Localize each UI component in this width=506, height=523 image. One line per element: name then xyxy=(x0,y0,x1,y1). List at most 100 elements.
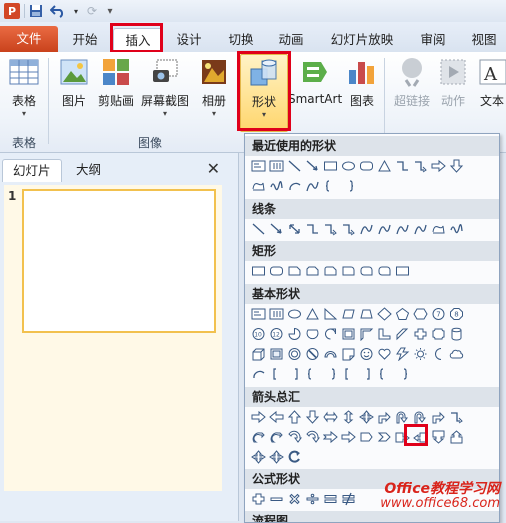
shape-curve-icon[interactable] xyxy=(357,221,375,237)
shape-brace-icon[interactable] xyxy=(375,366,393,382)
shape-chevron-icon[interactable] xyxy=(375,429,393,445)
shape-notched-icon[interactable] xyxy=(321,429,339,445)
tab-slideshow[interactable]: 幻灯片放映 xyxy=(320,28,404,52)
shape-folded-icon[interactable] xyxy=(339,346,357,362)
shape-sun-icon[interactable] xyxy=(411,346,429,362)
shape-chord-icon[interactable] xyxy=(303,326,321,342)
shape-quadarrow-icon[interactable] xyxy=(249,449,267,465)
customize-qa-icon[interactable]: ▾ xyxy=(102,3,118,19)
shape-rarrow-icon[interactable] xyxy=(429,158,447,174)
shape-teardrop-icon[interactable] xyxy=(321,326,339,342)
undo-dropdown-icon[interactable]: ▾ xyxy=(68,3,84,19)
shape-lrarrow-icon[interactable] xyxy=(321,409,339,425)
shape-cloud-icon[interactable] xyxy=(447,346,465,362)
shape-lshape-icon[interactable] xyxy=(375,326,393,342)
tab-view[interactable]: 视图 xyxy=(462,28,506,52)
shape-curvedarrow-icon[interactable] xyxy=(267,429,285,445)
shape-elbow-icon[interactable] xyxy=(393,158,411,174)
shape-parallelogram-icon[interactable] xyxy=(339,306,357,322)
shape-ucallout-icon[interactable] xyxy=(447,429,465,445)
slide-thumbnail[interactable] xyxy=(22,189,216,333)
shape-scribble-icon[interactable] xyxy=(447,221,465,237)
shape-rarrow-icon[interactable] xyxy=(339,429,357,445)
shape-elbowarrow-icon[interactable] xyxy=(339,221,357,237)
shape-scribble-icon[interactable] xyxy=(267,178,285,194)
shape-blockarc-icon[interactable] xyxy=(321,346,339,362)
shape-vtextbox-icon[interactable] xyxy=(267,158,285,174)
shape-elbow-icon[interactable] xyxy=(303,221,321,237)
chart-button[interactable]: 图表 xyxy=(346,56,378,109)
shape-pentagonR-icon[interactable] xyxy=(393,306,411,322)
tab-design[interactable]: 设计 xyxy=(166,28,212,52)
shape-snip-icon[interactable] xyxy=(285,263,303,279)
shape-smiley-icon[interactable] xyxy=(357,346,375,362)
shape-curve-icon[interactable] xyxy=(411,221,429,237)
tab-transitions[interactable]: 切换 xyxy=(218,28,264,52)
shape-larrow-icon[interactable] xyxy=(267,409,285,425)
tab-animations[interactable]: 动画 xyxy=(268,28,314,52)
tab-outline[interactable]: 大纲 xyxy=(66,159,111,181)
shape-diagstripe-icon[interactable] xyxy=(393,326,411,342)
shape-heart-icon[interactable] xyxy=(375,346,393,362)
shape-rect-icon[interactable] xyxy=(321,158,339,174)
shape-round2-icon[interactable] xyxy=(357,263,375,279)
shape-rect-icon[interactable] xyxy=(249,263,267,279)
shape-bracket-icon[interactable] xyxy=(339,366,357,382)
shape-cdarrow-icon[interactable] xyxy=(285,429,303,445)
shape-halfframe-icon[interactable] xyxy=(357,326,375,342)
text-button[interactable]: A 文本 xyxy=(478,56,506,109)
shape-quadarrow-icon[interactable] xyxy=(357,409,375,425)
shape-trapezoid-icon[interactable] xyxy=(357,306,375,322)
shape-ellipse-icon[interactable] xyxy=(285,306,303,322)
shape-textbox-icon[interactable] xyxy=(249,158,267,174)
shape-ellipse-icon[interactable] xyxy=(339,158,357,174)
shape-minus-icon[interactable] xyxy=(267,491,285,507)
shape-plaque-icon[interactable] xyxy=(429,326,447,342)
shape-nosymbol-icon[interactable] xyxy=(303,346,321,362)
shape-dblarrow-icon[interactable] xyxy=(285,221,303,237)
shape-triangle-icon[interactable] xyxy=(375,158,393,174)
shape-cdarrow-icon[interactable] xyxy=(303,429,321,445)
tab-file[interactable]: 文件 xyxy=(0,26,58,52)
shape-bracketR-icon[interactable] xyxy=(285,366,303,382)
shape-mult-icon[interactable] xyxy=(285,491,303,507)
shape-bracketR-icon[interactable] xyxy=(357,366,375,382)
shape-hexagon-icon[interactable] xyxy=(411,306,429,322)
shape-bentarrow-icon[interactable] xyxy=(375,409,393,425)
shape-arrowline-icon[interactable] xyxy=(267,221,285,237)
shape-round1-icon[interactable] xyxy=(339,263,357,279)
tab-slides[interactable]: 幻灯片 xyxy=(2,159,62,182)
shape-roundrect-icon[interactable] xyxy=(357,158,375,174)
shape-freeform-icon[interactable] xyxy=(249,178,267,194)
shape-num10-icon[interactable]: 10 xyxy=(249,326,267,342)
tab-home[interactable]: 开始 xyxy=(62,28,108,52)
shape-equal-icon[interactable] xyxy=(321,491,339,507)
smartart-button[interactable]: SmartArt xyxy=(288,56,342,106)
shape-num7-icon[interactable]: 7 xyxy=(429,306,447,322)
shape-elbowarrow-icon[interactable] xyxy=(447,409,465,425)
shape-snip2-icon[interactable] xyxy=(303,263,321,279)
shape-plus-icon[interactable] xyxy=(249,491,267,507)
shape-donut-icon[interactable] xyxy=(285,346,303,362)
shape-elbowarrow-icon[interactable] xyxy=(321,221,339,237)
shape-can-icon[interactable] xyxy=(447,326,465,342)
shape-uarrow-icon[interactable] xyxy=(285,409,303,425)
shape-bracket-icon[interactable] xyxy=(267,366,285,382)
shape-num8-icon[interactable]: 8 xyxy=(447,306,465,322)
shape-ccwarrow-icon[interactable] xyxy=(285,449,303,465)
photo-album-button[interactable]: 相册 ▾ xyxy=(196,56,232,119)
shape-udarrow-icon[interactable] xyxy=(339,409,357,425)
shape-bevel-icon[interactable] xyxy=(267,346,285,362)
shape-cube-icon[interactable] xyxy=(249,346,267,362)
shape-roundrect-icon[interactable] xyxy=(267,263,285,279)
tab-review[interactable]: 审阅 xyxy=(410,28,456,52)
shape-braceR-icon[interactable] xyxy=(393,366,411,382)
shape-rtriangle-icon[interactable] xyxy=(321,306,339,322)
shape-elbowarrow-icon[interactable] xyxy=(411,158,429,174)
close-icon[interactable]: ✕ xyxy=(207,159,220,178)
shape-rect-icon[interactable] xyxy=(393,263,411,279)
shape-plus-icon[interactable] xyxy=(411,326,429,342)
shape-divide-icon[interactable] xyxy=(303,491,321,507)
shape-moon-icon[interactable] xyxy=(429,346,447,362)
shape-curve-icon[interactable] xyxy=(393,221,411,237)
